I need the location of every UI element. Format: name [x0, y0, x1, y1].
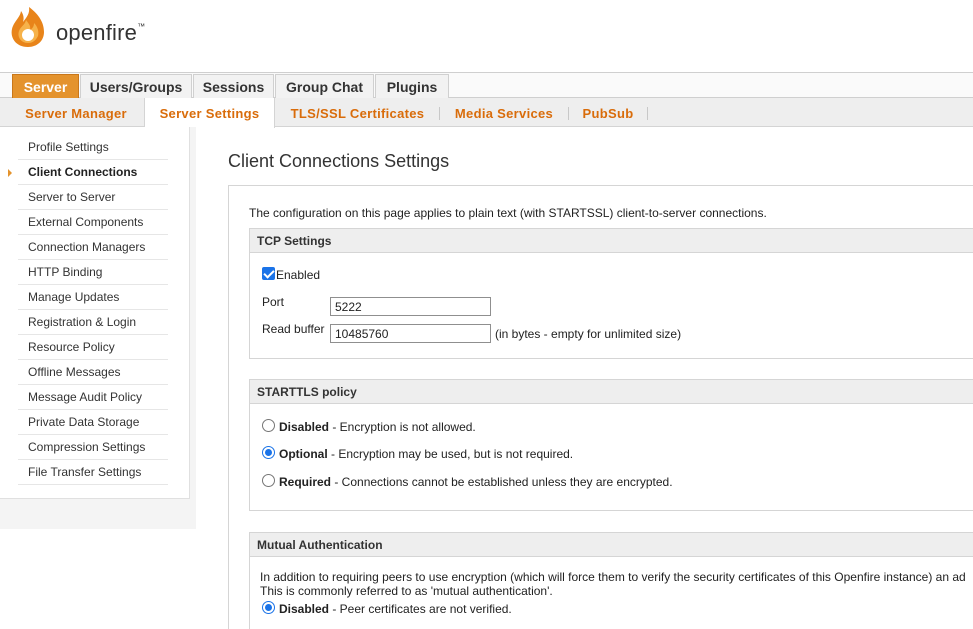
sidebar: Profile Settings Client Connections Serv…: [0, 127, 196, 529]
sidebar-item-client-connections[interactable]: Client Connections: [8, 160, 168, 185]
sidebar-item-http-binding[interactable]: HTTP Binding: [18, 260, 168, 285]
starttls-optional-radio[interactable]: [262, 446, 275, 459]
starttls-disabled-option: Disabled - Encryption is not allowed.: [279, 420, 476, 434]
starttls-required-radio[interactable]: [262, 474, 275, 487]
tab-server[interactable]: Server: [12, 74, 79, 98]
sidebar-item-message-audit-policy[interactable]: Message Audit Policy: [18, 385, 168, 410]
sidebar-item-compression-settings[interactable]: Compression Settings: [18, 435, 168, 460]
mutual-disabled-radio[interactable]: [262, 601, 275, 614]
port-input[interactable]: [330, 297, 491, 316]
subtab-separator: [647, 107, 648, 120]
read-buffer-hint: (in bytes - empty for unlimited size): [495, 327, 682, 341]
tab-users-groups[interactable]: Users/Groups: [80, 74, 192, 98]
read-buffer-label: Read buffer: [262, 322, 325, 336]
read-buffer-input[interactable]: [330, 324, 491, 343]
subtab-pubsub[interactable]: PubSub: [573, 98, 643, 127]
starttls-disabled-radio[interactable]: [262, 419, 275, 432]
sidebar-item-external-components[interactable]: External Components: [18, 210, 168, 235]
section-header: Mutual Authentication: [250, 533, 973, 557]
enabled-checkbox[interactable]: [262, 267, 275, 280]
subtab-server-settings[interactable]: Server Settings: [144, 98, 275, 128]
page-intro: The configuration on this page applies t…: [249, 206, 767, 220]
sidebar-item-resource-policy[interactable]: Resource Policy: [18, 335, 168, 360]
mutual-auth-description-2: This is commonly referred to as 'mutual …: [260, 584, 553, 598]
subtab-separator: [568, 107, 569, 120]
sidebar-item-manage-updates[interactable]: Manage Updates: [18, 285, 168, 310]
starttls-policy-section: STARTTLS policy: [249, 379, 973, 511]
sidebar-menu: Profile Settings Client Connections Serv…: [0, 127, 190, 499]
sidebar-item-connection-managers[interactable]: Connection Managers: [18, 235, 168, 260]
header: openfire™: [0, 0, 973, 72]
sidebar-item-file-transfer-settings[interactable]: File Transfer Settings: [18, 460, 168, 485]
port-label: Port: [262, 295, 285, 309]
sidebar-item-private-data-storage[interactable]: Private Data Storage: [18, 410, 168, 435]
active-arrow-icon: [8, 169, 12, 177]
section-header: TCP Settings: [250, 229, 973, 253]
sidebar-item-registration-login[interactable]: Registration & Login: [18, 310, 168, 335]
subtab-media-services[interactable]: Media Services: [444, 98, 564, 127]
tab-plugins[interactable]: Plugins: [375, 74, 449, 98]
sidebar-item-label: Client Connections: [28, 165, 138, 179]
section-header: STARTTLS policy: [250, 380, 973, 404]
starttls-optional-option: Optional - Encryption may be used, but i…: [279, 447, 574, 461]
tab-group-chat[interactable]: Group Chat: [275, 74, 374, 98]
starttls-required-option: Required - Connections cannot be establi…: [279, 475, 673, 489]
subtab-tls-ssl-certificates[interactable]: TLS/SSL Certificates: [280, 98, 435, 127]
mutual-auth-description: In addition to requiring peers to use en…: [260, 570, 966, 584]
openfire-logo-icon: [11, 7, 44, 47]
brand-name: openfire™: [56, 20, 146, 45]
enabled-label: Enabled: [276, 268, 321, 282]
subtab-server-manager[interactable]: Server Manager: [12, 98, 140, 127]
sidebar-item-profile-settings[interactable]: Profile Settings: [18, 135, 168, 160]
subtab-separator: [439, 107, 440, 120]
tab-sessions[interactable]: Sessions: [193, 74, 274, 98]
page-title: Client Connections Settings: [228, 151, 450, 171]
mutual-disabled-option: Disabled - Peer certificates are not ver…: [279, 602, 512, 616]
main-tab-bar: Server Users/Groups Sessions Group Chat …: [0, 72, 973, 98]
sidebar-item-server-to-server[interactable]: Server to Server: [18, 185, 168, 210]
sub-tab-bar: Server Manager Server Settings TLS/SSL C…: [0, 98, 973, 128]
sidebar-item-offline-messages[interactable]: Offline Messages: [18, 360, 168, 385]
